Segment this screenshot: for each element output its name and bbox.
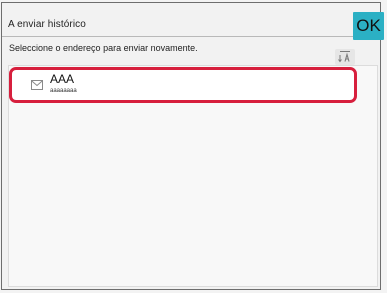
history-item-name: AAA (50, 72, 75, 86)
dialog-frame: A enviar histórico Seleccione o endereço… (1, 2, 381, 290)
sort-button[interactable] (335, 49, 355, 65)
history-item-address: aaaaaaaa (50, 88, 77, 94)
sort-az-icon (335, 49, 355, 65)
title-divider (2, 36, 380, 37)
page-title: A enviar histórico (8, 19, 86, 30)
instruction-text: Seleccione o endereço para enviar novame… (9, 43, 198, 53)
ok-button[interactable]: OK (353, 12, 384, 40)
send-history-screen: A enviar histórico Seleccione o endereço… (0, 0, 387, 293)
history-item[interactable]: AAA aaaaaaaa (9, 67, 357, 103)
email-icon (31, 80, 43, 90)
